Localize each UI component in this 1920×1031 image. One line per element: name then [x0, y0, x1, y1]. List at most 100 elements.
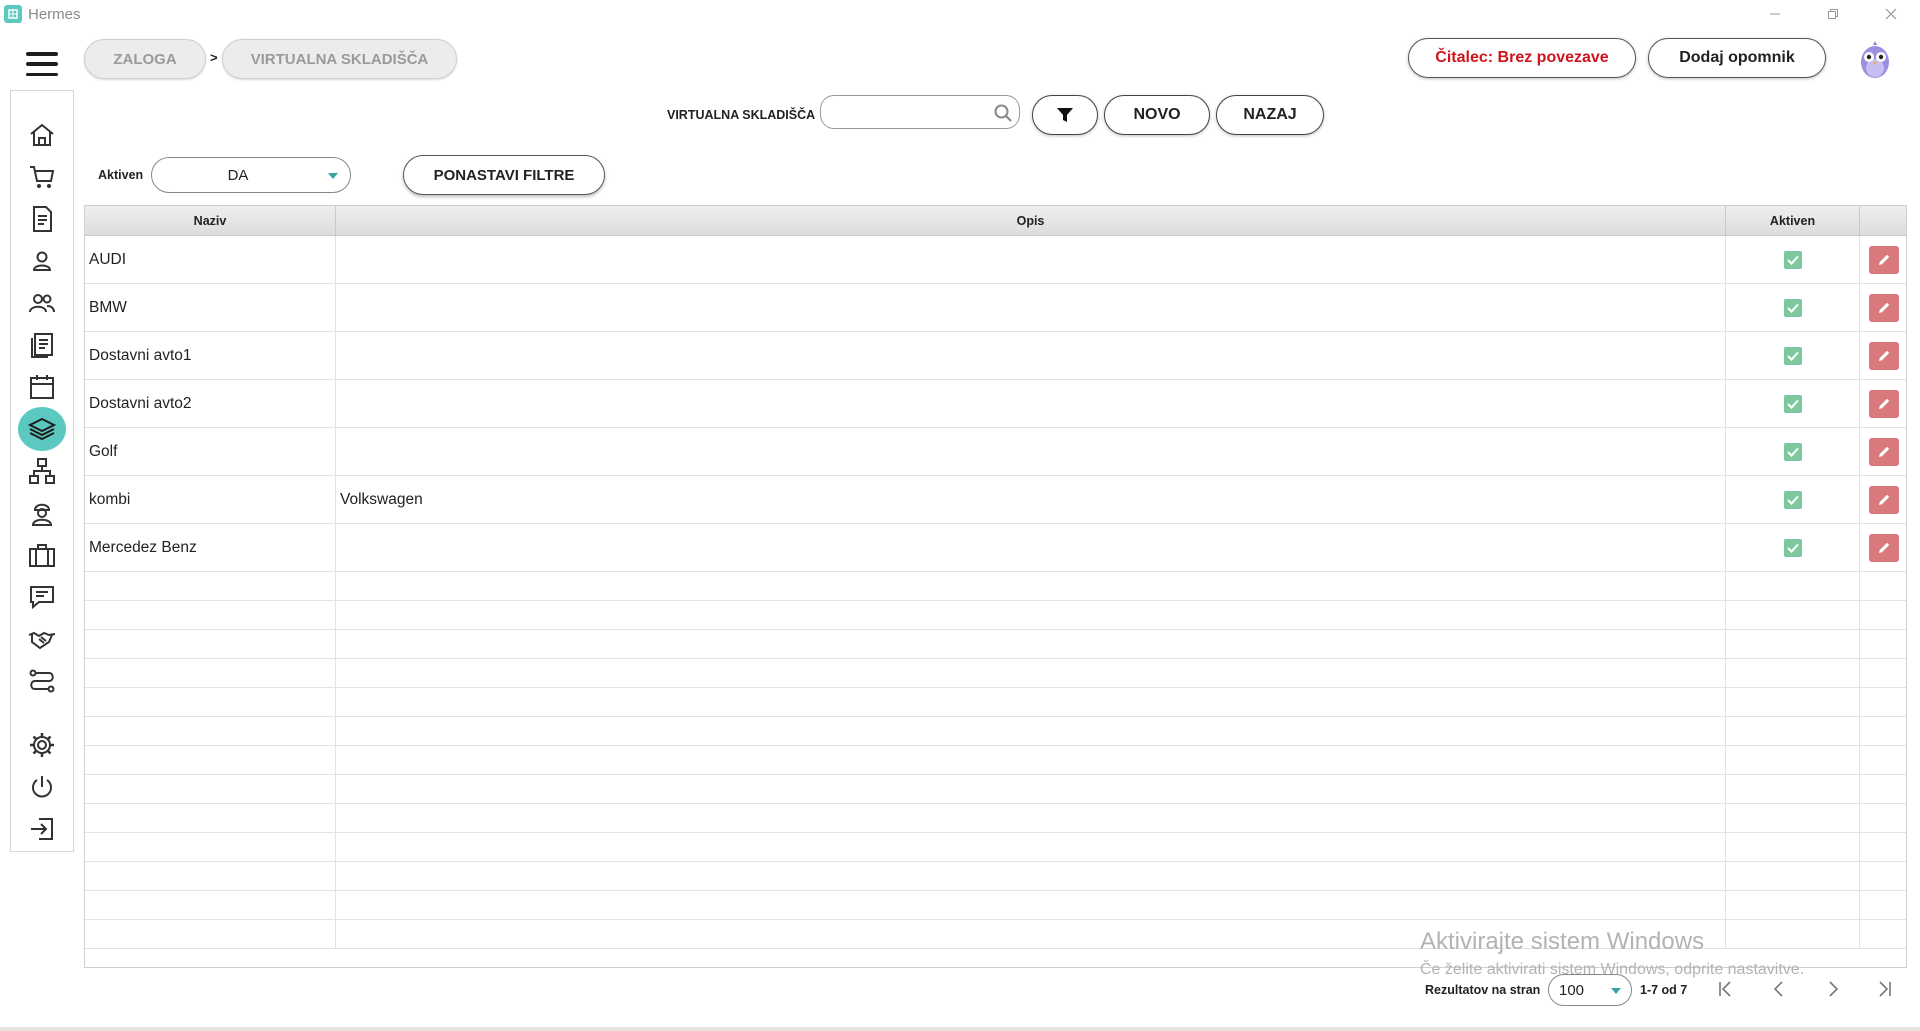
first-page-icon	[1719, 981, 1731, 997]
people-icon[interactable]	[22, 283, 62, 323]
breadcrumb-virtualna-skladisca[interactable]: VIRTUALNA SKLADIŠČA	[222, 39, 457, 79]
table-row[interactable]: Dostavni avto2	[85, 380, 1906, 428]
empty-cell	[336, 746, 1726, 774]
document-icon[interactable]	[22, 199, 62, 239]
close-icon	[1885, 8, 1897, 20]
active-filter-select[interactable]: DA	[151, 157, 351, 193]
empty-cell	[1726, 601, 1860, 629]
results-per-page-label: Rezultatov na stran	[1425, 983, 1541, 997]
table-row[interactable]: kombi Volkswagen	[85, 476, 1906, 524]
search-box	[820, 95, 1020, 129]
table-row[interactable]: AUDI	[85, 236, 1906, 284]
column-header-actions	[1860, 206, 1906, 236]
cell-aktiven	[1726, 380, 1860, 427]
chat-icon[interactable]	[22, 577, 62, 617]
breadcrumb-zaloga[interactable]: ZALOGA	[84, 39, 206, 79]
minimize-button[interactable]	[1746, 0, 1804, 28]
empty-table-row	[85, 717, 1906, 746]
empty-table-row	[85, 659, 1906, 688]
empty-cell	[1726, 659, 1860, 687]
cart-icon[interactable]	[22, 157, 62, 197]
empty-cell	[1726, 630, 1860, 658]
empty-cell	[336, 688, 1726, 716]
home-icon[interactable]	[22, 115, 62, 155]
cell-naziv: BMW	[85, 284, 336, 331]
power-icon[interactable]	[22, 767, 62, 807]
cell-naziv: Mercedez Benz	[85, 524, 336, 571]
edit-button[interactable]	[1869, 533, 1899, 562]
news-icon[interactable]	[22, 325, 62, 365]
column-header-opis[interactable]: Opis	[336, 206, 1726, 236]
route-icon[interactable]	[22, 661, 62, 701]
checkmark-icon	[1786, 543, 1799, 553]
pencil-icon	[1879, 494, 1890, 505]
cell-opis	[336, 236, 1726, 283]
empty-cell	[1860, 804, 1906, 832]
column-header-aktiven[interactable]: Aktiven	[1726, 206, 1860, 236]
handshake-icon[interactable]	[22, 619, 62, 659]
owl-avatar-icon	[1861, 41, 1889, 78]
empty-cell	[1726, 688, 1860, 716]
filter-button[interactable]	[1032, 95, 1098, 135]
active-checkbox	[1783, 538, 1802, 557]
reset-filters-button[interactable]: PONASTAVI FILTRE	[403, 155, 605, 195]
empty-cell	[85, 688, 336, 716]
cell-naziv: Dostavni avto2	[85, 380, 336, 427]
search-icon[interactable]	[993, 103, 1013, 123]
reader-status-button[interactable]: Čitalec: Brez povezave	[1408, 38, 1636, 78]
next-page-button[interactable]	[1818, 976, 1848, 1002]
gear-icon[interactable]	[22, 725, 62, 765]
new-button[interactable]: NOVO	[1104, 95, 1210, 135]
empty-cell	[1860, 746, 1906, 774]
logout-icon[interactable]	[22, 809, 62, 849]
calendar-icon[interactable]	[22, 367, 62, 407]
empty-cell	[85, 659, 336, 687]
table-row[interactable]: Golf	[85, 428, 1906, 476]
first-page-button[interactable]	[1710, 976, 1740, 1002]
network-icon[interactable]	[22, 451, 62, 491]
previous-page-button[interactable]	[1764, 976, 1794, 1002]
close-button[interactable]	[1862, 0, 1920, 28]
layers-icon[interactable]	[18, 407, 66, 451]
edit-button[interactable]	[1869, 293, 1899, 322]
empty-cell	[1726, 717, 1860, 745]
table-row[interactable]: Dostavni avto1	[85, 332, 1906, 380]
cell-actions	[1860, 428, 1906, 475]
menu-icon[interactable]	[26, 52, 58, 76]
empty-cell	[1860, 891, 1906, 919]
search-input[interactable]	[831, 102, 991, 122]
edit-button[interactable]	[1869, 341, 1899, 370]
avatar[interactable]	[1855, 38, 1895, 80]
edit-button[interactable]	[1869, 437, 1899, 466]
back-button[interactable]: NAZAJ	[1216, 95, 1324, 135]
pencil-icon	[1879, 446, 1890, 457]
empty-cell	[85, 833, 336, 861]
add-reminder-button[interactable]: Dodaj opomnik	[1648, 38, 1826, 78]
restore-button[interactable]	[1804, 0, 1862, 28]
empty-cell	[85, 804, 336, 832]
cell-aktiven	[1726, 476, 1860, 523]
empty-table-row	[85, 572, 1906, 601]
briefcase-icon[interactable]	[22, 535, 62, 575]
table-row[interactable]: Mercedez Benz	[85, 524, 1906, 572]
empty-cell	[1860, 659, 1906, 687]
edit-button[interactable]	[1869, 485, 1899, 514]
active-checkbox	[1783, 298, 1802, 317]
empty-table-row	[85, 862, 1906, 891]
worker-icon[interactable]	[22, 493, 62, 533]
last-page-icon	[1879, 981, 1891, 997]
results-per-page-select[interactable]: 100	[1548, 974, 1632, 1006]
cell-naziv: kombi	[85, 476, 336, 523]
active-checkbox	[1783, 250, 1802, 269]
empty-cell	[336, 601, 1726, 629]
person-icon[interactable]	[22, 241, 62, 281]
table-row[interactable]: BMW	[85, 284, 1906, 332]
last-page-button[interactable]	[1870, 976, 1900, 1002]
edit-button[interactable]	[1869, 245, 1899, 274]
edit-button[interactable]	[1869, 389, 1899, 418]
column-header-naziv[interactable]: Naziv	[85, 206, 336, 236]
empty-table-row	[85, 833, 1906, 862]
empty-table-row	[85, 891, 1906, 920]
cell-naziv: Golf	[85, 428, 336, 475]
empty-cell	[85, 601, 336, 629]
